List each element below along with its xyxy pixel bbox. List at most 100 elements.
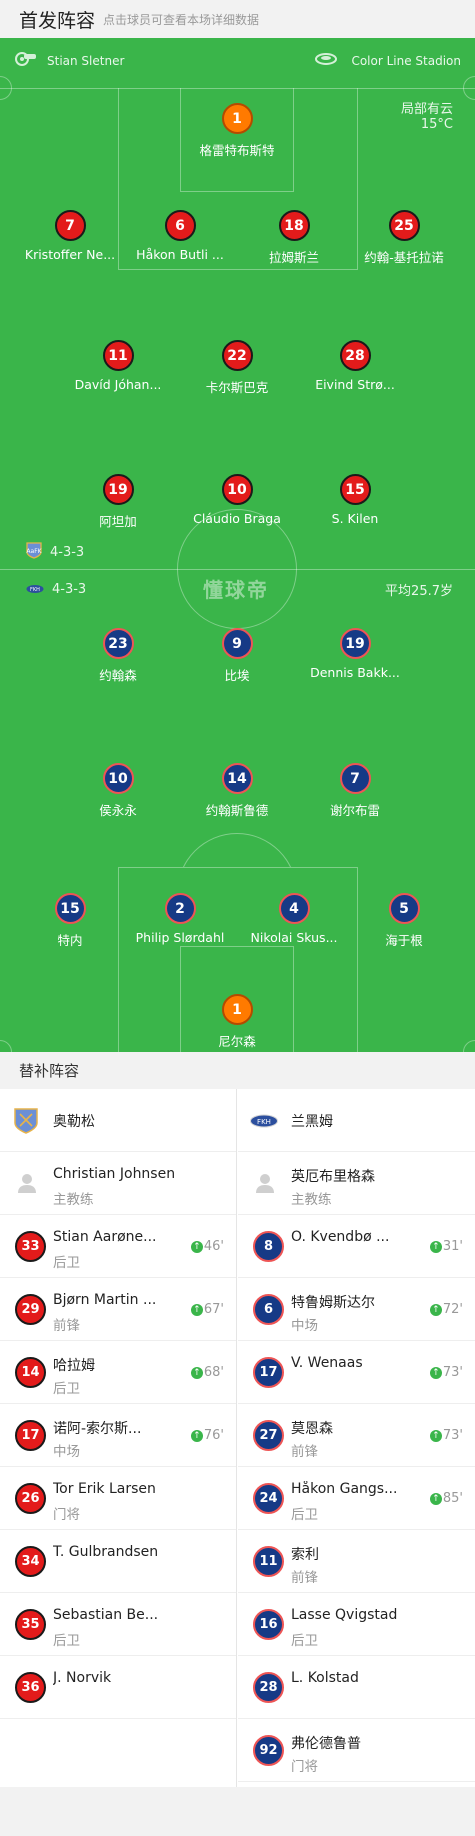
away-bench-team[interactable]: FKH 兰黑姆 (238, 1089, 475, 1152)
shirt-number: 27 (253, 1420, 284, 1451)
bench-player-row[interactable]: 6 特鲁姆斯达尔 中场 ↑ 72' (238, 1278, 475, 1341)
shirt-number: 14 (221, 763, 253, 794)
player-name: 弗伦德鲁普 (291, 1736, 361, 1752)
home-team-name: 奥勒松 (53, 1114, 95, 1130)
coach-role: 主教练 (291, 1192, 332, 1208)
bench-player-row[interactable]: 11 索利 前锋 (238, 1530, 475, 1593)
bench-player-row[interactable]: 17 V. Wenaas ↑ 73' (238, 1341, 475, 1404)
bench-player-row[interactable]: 27 莫恩森前锋 ↑ 73' (238, 1404, 475, 1467)
shirt-number: 22 (221, 340, 253, 371)
player-name: O. Kvendbø ... (291, 1229, 390, 1245)
away-player[interactable]: 4 Nikolai Skus... (234, 893, 354, 945)
away-player[interactable]: 15 特内 (10, 893, 130, 949)
home-formation-label: 4-3-3 (50, 544, 85, 560)
shirt-number: 14 (15, 1357, 46, 1388)
player-name: J. Norvik (53, 1670, 112, 1686)
player-name: Davíd Jóhan... (74, 377, 162, 392)
sub-in-time-label: 72' (442, 1302, 463, 1317)
away-bench-column: FKH 兰黑姆 英厄布里格森 主教练 8 O. Kvendbø ... ↑ 31' 6 特… (238, 1089, 475, 1787)
bench-player-row[interactable]: 26 Tor Erik Larsen 门将 (0, 1467, 236, 1530)
away-coach-row[interactable]: 英厄布里格森 主教练 (238, 1152, 475, 1215)
shirt-number: 33 (15, 1231, 46, 1262)
away-player[interactable]: 9 比埃 (177, 628, 297, 684)
away-player[interactable]: 2 Philip Slørdahl (120, 893, 240, 945)
home-player[interactable]: 22 卡尔斯巴克 (177, 340, 297, 396)
bench-player-row[interactable]: 17 诺阿-索尔斯... 中场 ↑ 76' (0, 1404, 236, 1467)
away-player[interactable]: 23 约翰森 (58, 628, 178, 684)
svg-text:FKH: FKH (30, 587, 40, 593)
home-player[interactable]: 15 S. Kilen (295, 474, 415, 526)
top-bar: 首发阵容 点击球员可查看本场详细数据 (0, 0, 475, 38)
home-player[interactable]: 19 阿坦加 (58, 474, 178, 530)
bench-player-row[interactable]: 36 J. Norvik (0, 1656, 236, 1719)
home-coach-row[interactable]: Christian Johnsen 主教练 (0, 1152, 236, 1215)
shirt-number: 16 (253, 1609, 284, 1640)
shirt-number: 8 (253, 1231, 284, 1262)
away-player[interactable]: 1 尼尔森 (177, 994, 297, 1050)
player-name: Dennis Bakk... (310, 665, 400, 680)
sub-in-time: ↑ 31' (429, 1239, 463, 1254)
away-player[interactable]: 5 海于根 (344, 893, 464, 949)
player-position: 后卫 (53, 1255, 80, 1271)
player-name: Stian Aarøne... (53, 1229, 157, 1245)
shirt-number: 25 (388, 210, 420, 241)
shirt-number: 28 (253, 1672, 284, 1703)
player-name: 约翰斯鲁德 (205, 803, 269, 818)
home-player[interactable]: 1 格雷特布斯特 (177, 103, 297, 159)
bench-player-row[interactable]: 29 Bjørn Martin ... 前锋 ↑ 67' (0, 1278, 236, 1341)
coach-avatar-icon (17, 1172, 37, 1194)
home-player[interactable]: 25 约翰-基托拉诺 (344, 210, 464, 266)
home-bench-team[interactable]: 奥勒松 (0, 1089, 236, 1152)
player-name: 莫恩森 (291, 1421, 333, 1437)
home-player[interactable]: 11 Davíd Jóhan... (58, 340, 178, 392)
sub-in-time: ↑ 68' (190, 1365, 224, 1380)
home-crest-icon: AaFK (26, 542, 43, 562)
player-name: S. Kilen (331, 511, 379, 526)
stadium: Color Line Stadion (315, 52, 461, 69)
bench-player-row[interactable]: 28 L. Kolstad (238, 1656, 475, 1719)
pitch: Stian Sletner Color Line Stadion 局部有云 15… (0, 38, 475, 1052)
sub-in-time-label: 73' (442, 1428, 463, 1443)
home-player[interactable]: 7 Kristoffer Ne... (10, 210, 130, 262)
shirt-number: 10 (221, 474, 253, 505)
sub-in-time: ↑ 73' (429, 1365, 463, 1380)
bench-player-row[interactable]: 14 哈拉姆 后卫 ↑ 68' (0, 1341, 236, 1404)
away-player[interactable]: 7 谢尔布雷 (295, 763, 415, 819)
center-circle (177, 509, 297, 629)
sub-in-icon: ↑ (429, 1429, 442, 1442)
bench-player-row[interactable]: 24 Håkon Gangs... 后卫 ↑ 85' (238, 1467, 475, 1530)
shirt-number: 10 (102, 763, 134, 794)
page-title: 首发阵容 (19, 9, 96, 32)
shirt-number: 6 (164, 210, 196, 241)
player-name: 谢尔布雷 (329, 803, 380, 818)
bench-player-row[interactable]: 34 T. Gulbrandsen (0, 1530, 236, 1593)
player-name: T. Gulbrandsen (53, 1544, 159, 1560)
player-position: 门将 (53, 1507, 80, 1523)
bench-player-row[interactable]: 16 Lasse Qvigstad 后卫 (238, 1593, 475, 1656)
home-player[interactable]: 6 Håkon Butli ... (120, 210, 240, 262)
bench-player-row[interactable]: 33 Stian Aarøne... 后卫 ↑ 46' (0, 1215, 236, 1278)
away-player[interactable]: 14 约翰斯鲁德 (177, 763, 297, 819)
bench-player-row[interactable]: 8 O. Kvendbø ... ↑ 31' (238, 1215, 475, 1278)
away-player[interactable]: 10 侯永永 (58, 763, 178, 819)
coach-avatar-icon (255, 1172, 275, 1194)
home-player[interactable]: 10 Cláudio Braga (177, 474, 297, 526)
bench-player-row[interactable]: 35 Sebastian Be... 后卫 (0, 1593, 236, 1656)
away-player[interactable]: 19 Dennis Bakk... (295, 628, 415, 680)
player-name: 索利 (291, 1547, 319, 1563)
home-formation: AaFK 4-3-3 (26, 542, 84, 562)
shirt-number: 15 (339, 474, 371, 505)
home-player[interactable]: 28 Eivind Strø... (295, 340, 415, 392)
player-name: 阿坦加 (99, 514, 137, 529)
home-player[interactable]: 18 拉姆斯兰 (234, 210, 354, 266)
player-name: Tor Erik Larsen (53, 1481, 156, 1497)
player-position: 中场 (53, 1444, 80, 1460)
sub-in-time: ↑ 76' (190, 1428, 224, 1443)
bench-player-row[interactable]: 92 弗伦德鲁普 门将 (238, 1719, 475, 1782)
player-position: 后卫 (291, 1507, 318, 1523)
bench: 奥勒松 Christian Johnsen 主教练 33 Stian Aarøne… (0, 1089, 475, 1787)
shirt-number: 17 (15, 1420, 46, 1451)
player-name: Håkon Butli ... (136, 247, 224, 262)
shirt-number: 15 (54, 893, 86, 924)
player-position: 前锋 (291, 1444, 318, 1460)
